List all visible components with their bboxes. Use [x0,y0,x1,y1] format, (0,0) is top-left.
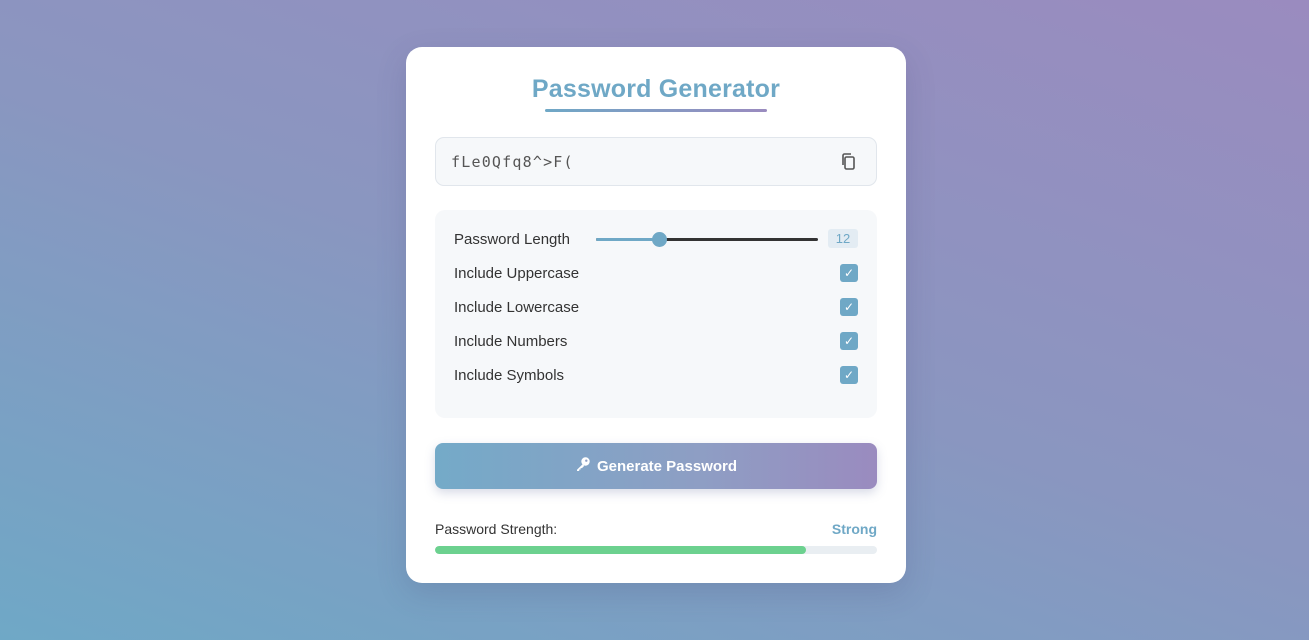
lowercase-label: Include Lowercase [454,298,580,316]
strength-fill [435,546,807,554]
password-output[interactable]: fLe0Qfq8^>F( [451,153,574,171]
lowercase-row: Include Lowercase ✓ [454,297,858,317]
strength-bar [435,546,877,554]
title-underline [545,109,767,112]
symbols-checkbox[interactable]: ✓ [840,366,858,384]
length-value: 12 [828,229,858,248]
generate-password-button[interactable]: Generate Password [435,443,877,489]
length-slider[interactable] [596,232,818,247]
copy-icon[interactable] [840,152,858,172]
length-label: Password Length [454,230,570,248]
generate-button-label: Generate Password [596,457,738,475]
symbols-row: Include Symbols ✓ [454,365,858,385]
page-title: Password Generator [531,75,781,103]
numbers-label: Include Numbers [454,332,568,350]
strength-label: Password Strength: [435,521,558,537]
password-generator-card: Password Generator fLe0Qfq8^>F( Password… [406,47,906,583]
slider-fill [596,238,660,241]
numbers-checkbox[interactable]: ✓ [840,332,858,350]
options-panel: Password Length 12 Include Uppercase ✓ I… [435,210,877,418]
lowercase-checkbox[interactable]: ✓ [840,298,858,316]
strength-value: Strong [831,521,877,537]
numbers-row: Include Numbers ✓ [454,331,858,351]
uppercase-checkbox[interactable]: ✓ [840,264,858,282]
uppercase-label: Include Uppercase [454,264,580,282]
slider-thumb[interactable] [651,232,667,247]
key-icon [575,456,591,476]
uppercase-row: Include Uppercase ✓ [454,263,858,283]
password-display: fLe0Qfq8^>F( [435,137,877,186]
symbols-label: Include Symbols [454,366,565,384]
length-row: Password Length 12 [454,229,858,249]
